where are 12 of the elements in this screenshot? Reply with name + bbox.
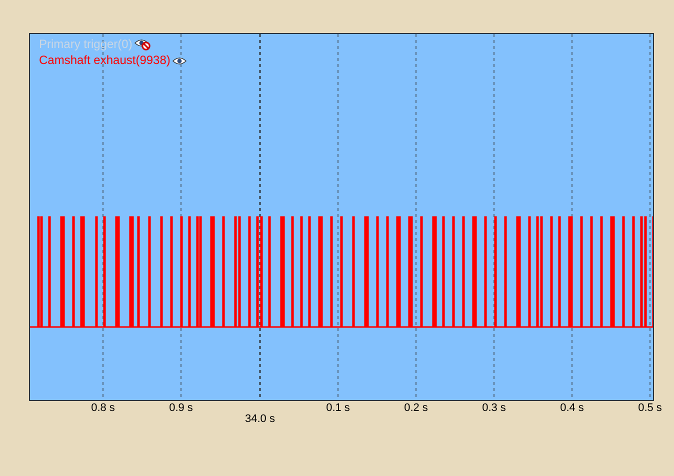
trace-label[interactable]: Camshaft exhaust(9938) [39, 53, 170, 68]
axis-tick-label: 0.5 s [638, 402, 662, 414]
axis-tick-label: 0.1 s [326, 402, 350, 414]
axis-tick-label: 0.2 s [404, 402, 428, 414]
axis-tick-label: 0.4 s [560, 402, 584, 414]
axis-tick-label: 0.3 s [482, 402, 506, 414]
cursor-time-label: 34.0 s [245, 413, 275, 425]
trace-label[interactable]: Primary trigger(0) [39, 37, 132, 52]
hidden-eye-icon[interactable] [134, 38, 152, 50]
axis-tick-label: 0.8 s [91, 402, 115, 414]
axis-tick-label: 0.9 s [169, 402, 193, 414]
eye-icon[interactable] [172, 56, 188, 64]
